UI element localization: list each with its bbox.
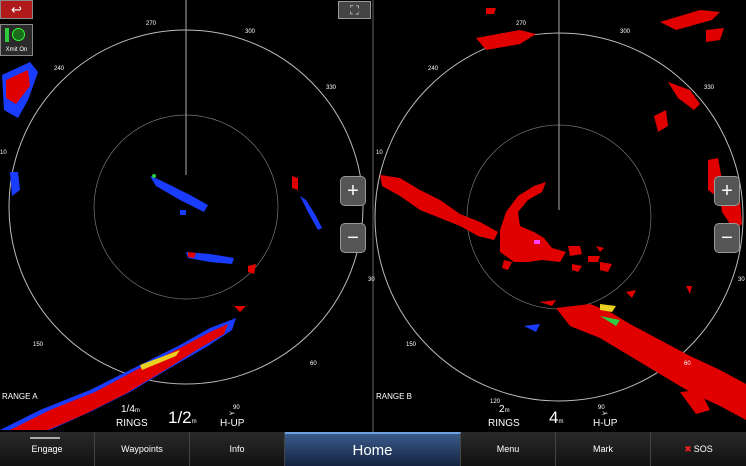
sos-icon: ✖: [684, 443, 692, 454]
left-bearing-240: 240: [54, 66, 65, 72]
right-bearing-30: 30: [738, 277, 745, 283]
right-bearing-150: 150: [406, 342, 417, 348]
menu-label: Menu: [496, 444, 520, 454]
mark-button[interactable]: Mark: [556, 432, 651, 466]
right-range-value[interactable]: 4m: [549, 408, 563, 428]
minus-icon: −: [347, 226, 359, 249]
right-bearing-300: 300: [620, 29, 631, 35]
waypoints-label: Waypoints: [121, 444, 163, 454]
menu-button[interactable]: Menu: [461, 432, 556, 466]
xmit-toggle-button[interactable]: Xmit On: [0, 24, 33, 56]
sos-button[interactable]: ✖ SOS: [651, 432, 746, 466]
home-button[interactable]: Home: [285, 432, 461, 466]
right-zoom-out-button[interactable]: −: [714, 223, 740, 253]
left-bearing-300: 300: [245, 29, 256, 35]
engage-indicator: [30, 437, 60, 439]
sos-label: SOS: [693, 444, 713, 454]
right-bearing-270: 270: [516, 21, 527, 27]
mark-label: Mark: [593, 444, 613, 454]
engage-button[interactable]: Engage: [0, 432, 95, 466]
right-heading-mode[interactable]: H-UP: [593, 418, 617, 429]
left-bearing-150: 150: [33, 342, 44, 348]
fullscreen-icon: ⛶: [350, 2, 359, 17]
left-rings-label: RINGS: [116, 418, 148, 429]
left-zoom-in-button[interactable]: +: [340, 176, 366, 206]
plus-icon: +: [721, 179, 733, 202]
right-bearing-330: 330: [704, 85, 715, 91]
right-bearing-240: 240: [428, 66, 439, 72]
waypoints-button[interactable]: Waypoints: [95, 432, 190, 466]
left-bearing-30: 30: [368, 277, 375, 283]
right-rings-label: RINGS: [488, 418, 520, 429]
left-zoom-out-button[interactable]: −: [340, 223, 366, 253]
right-zoom-in-button[interactable]: +: [714, 176, 740, 206]
left-range-value[interactable]: 1/2m: [168, 408, 197, 428]
radar-display[interactable]: 270 300 330 240 10 30 150 60 90 270 300 …: [0, 0, 746, 432]
right-bearing-10: 10: [376, 150, 383, 156]
right-radar: 270 300 330 240 10 30 150 120 60 90: [374, 0, 746, 420]
left-heading-mode[interactable]: H-UP: [220, 418, 244, 429]
left-range-label: RANGE A: [2, 392, 38, 401]
left-bearing-10: 10: [0, 150, 7, 156]
left-rings-value: 1/4m: [121, 404, 140, 415]
right-rings-value: 2m: [499, 404, 510, 415]
info-button[interactable]: Info: [190, 432, 285, 466]
info-label: Info: [229, 444, 245, 454]
plus-icon: +: [347, 179, 359, 202]
home-label: Home: [352, 441, 393, 459]
bottom-nav-bar: Engage Waypoints Info Home Menu Mark ✖ S…: [0, 432, 746, 466]
xmit-status-bar: [5, 28, 9, 42]
left-radar-returns: [0, 62, 322, 430]
xmit-label: Xmit On: [5, 47, 28, 53]
back-arrow-icon: ↩: [11, 1, 22, 17]
left-bearing-60: 60: [310, 361, 317, 367]
fullscreen-button[interactable]: ⛶: [338, 1, 371, 19]
left-radar: 270 300 330 240 10 30 150 60 90: [0, 0, 375, 430]
back-button[interactable]: ↩: [0, 0, 33, 19]
radar-transmit-icon: [12, 28, 25, 41]
engage-label: Engage: [31, 444, 63, 454]
left-bearing-270: 270: [146, 21, 157, 27]
right-range-label: RANGE B: [376, 392, 413, 401]
right-bearing-60: 60: [684, 361, 691, 367]
minus-icon: −: [721, 226, 733, 249]
left-bearing-330: 330: [326, 85, 337, 91]
